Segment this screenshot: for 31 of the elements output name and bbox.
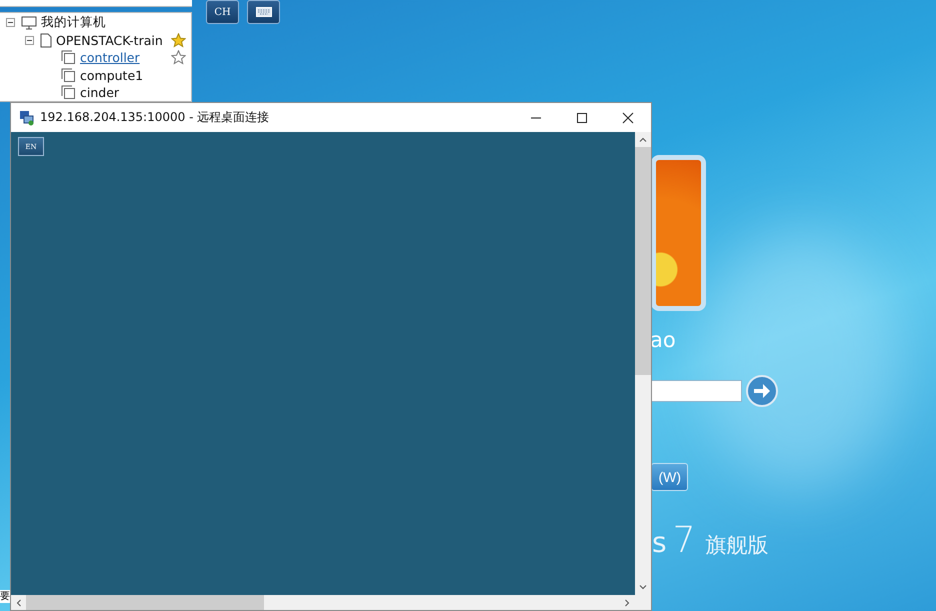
maximize-icon[interactable]: [576, 112, 588, 124]
monitor-icon: [21, 16, 37, 30]
language-button[interactable]: CH: [206, 0, 239, 24]
tree-item[interactable]: OPENSTACK-train: [56, 32, 163, 48]
user-name: ao: [650, 328, 676, 352]
keyboard-button[interactable]: [247, 0, 280, 24]
arrow-right-icon[interactable]: [746, 375, 778, 407]
chevron-right-icon[interactable]: [625, 598, 630, 606]
chevron-down-icon[interactable]: [639, 585, 647, 590]
tree-item[interactable]: controller: [80, 50, 140, 66]
document-icon: [40, 32, 52, 48]
tree-item[interactable]: 我的计算机: [41, 14, 106, 32]
close-icon[interactable]: [622, 112, 634, 124]
tree-item[interactable]: compute1: [80, 68, 144, 83]
brand-text: s: [652, 526, 667, 559]
window-title: 192.168.204.135:10000 - 远程桌面连接: [40, 109, 270, 126]
version-text: 7: [672, 520, 696, 561]
remote-desktop-icon: [19, 110, 35, 126]
chevron-up-icon[interactable]: [639, 137, 647, 142]
copy-icon: [61, 50, 76, 66]
collapse-icon[interactable]: [25, 36, 34, 45]
star-icon[interactable]: [171, 32, 186, 48]
password-field[interactable]: [651, 380, 742, 402]
clipped-text: 要: [0, 590, 10, 603]
chevron-left-icon[interactable]: [16, 598, 21, 606]
edition-text: 旗舰版: [706, 532, 768, 559]
tree-item[interactable]: cinder: [80, 85, 120, 100]
keyboard-icon: [256, 7, 272, 17]
collapse-icon[interactable]: [6, 18, 15, 28]
star-icon[interactable]: [171, 50, 186, 66]
copy-icon: [61, 68, 76, 83]
